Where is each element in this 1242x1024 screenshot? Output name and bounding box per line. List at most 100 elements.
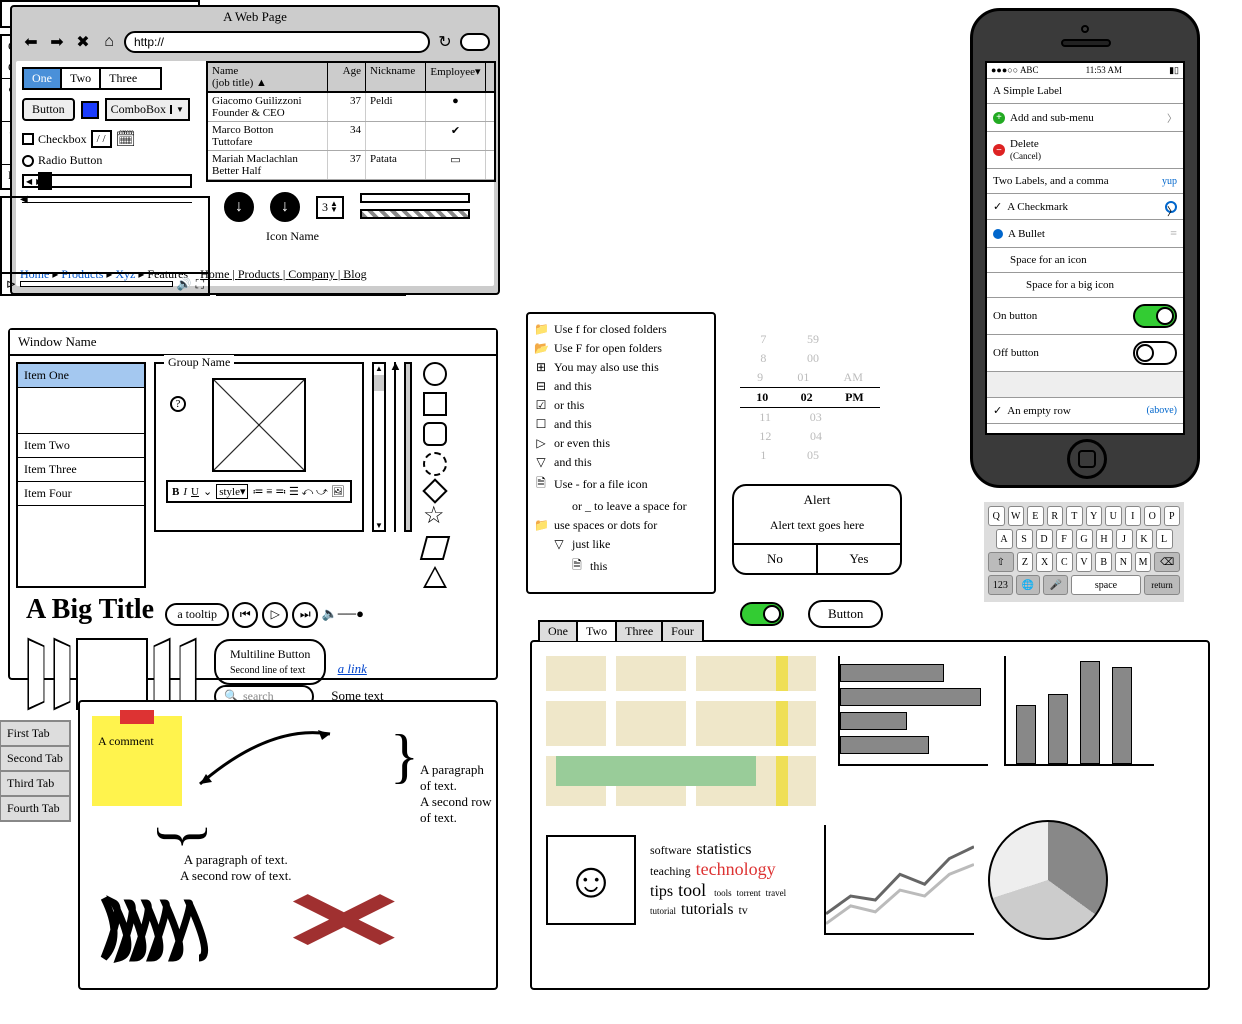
vtab[interactable]: Second Tab [0,745,71,772]
rewind-icon[interactable]: ⏮ [232,602,258,628]
key[interactable]: F [1056,529,1073,549]
phone-list-row[interactable]: −Delete(Cancel) [987,132,1183,169]
stop-icon[interactable]: ✖ [72,31,94,53]
generic-button[interactable]: Button [22,98,75,121]
url-input[interactable] [124,31,430,53]
pill-button[interactable]: Button [808,600,883,628]
map-placeholder[interactable] [546,656,816,806]
go-button[interactable] [460,33,490,51]
combobox[interactable]: ComboBox [105,98,190,121]
tree-item[interactable]: 📂Use F for open folders [534,339,708,358]
checkbox-icon[interactable] [22,133,34,145]
home-button[interactable] [1067,439,1107,479]
phone-list-row[interactable]: ✓An empty row(above) [987,398,1183,424]
play-icon[interactable]: ⊳ [6,277,16,292]
download-icon[interactable]: ↓ [224,192,254,222]
phone-list-row[interactable]: On button [987,298,1183,335]
key[interactable]: Y [1086,506,1103,526]
time-picker[interactable]: 759800901AM1002PM11031204105 [740,330,880,465]
listbox[interactable]: Item One Item Two Item Three Item Four [16,362,146,588]
play-icon[interactable]: ▷ [262,602,288,628]
h-scrollbar[interactable] [22,174,192,188]
home-icon[interactable]: ⌂ [98,31,120,53]
phone-list-row[interactable]: A Simple Label [987,79,1183,104]
key[interactable]: ⇧ [988,552,1014,572]
tree-item[interactable]: 🗎Use - for a file icon [534,472,708,497]
tree-item[interactable]: ⊞You may also use this [534,358,708,377]
download-icon-2[interactable]: ↓ [270,192,300,222]
tab[interactable]: Two [576,620,617,641]
forward-icon[interactable]: ➡ [46,31,68,53]
tree-item[interactable]: ☑or this [534,396,708,415]
table-row[interactable]: Marco BottonTuttofare 34✔ [208,122,494,151]
key[interactable]: I [1125,506,1142,526]
key[interactable]: N [1115,552,1132,572]
list-item[interactable]: Item One [18,364,144,388]
key[interactable]: J [1116,529,1133,549]
tree-item[interactable]: 📁use spaces or dots for [534,516,708,535]
key[interactable]: U [1105,506,1122,526]
key[interactable]: H [1096,529,1113,549]
tree-item[interactable]: ☐and this [534,415,708,434]
volume-icon[interactable]: 🔊 [177,277,192,292]
tree-item[interactable]: ▽just like [534,535,708,554]
tree-item[interactable]: ▷or even this [534,434,708,453]
key[interactable]: V [1076,552,1093,572]
list-item[interactable]: Item Four [18,482,144,506]
alert-yes-button[interactable]: Yes [818,545,900,573]
table-row[interactable]: Mariah MaclachlanBetter Half 37Patata▭ [208,151,494,180]
phone-list-row[interactable]: ✓A Checkmark〉 [987,194,1183,220]
phone-list-row[interactable]: A Bullet≡ [987,220,1183,248]
sticky-note[interactable]: A comment [92,716,182,806]
tab[interactable]: One [538,620,578,641]
key[interactable]: Q [988,506,1005,526]
key[interactable]: G [1076,529,1093,549]
multiline-button[interactable]: Multiline ButtonSecond line of text [214,639,326,685]
numeric-stepper[interactable]: 3▲▼ [316,196,344,219]
tab-one[interactable]: One [24,69,62,88]
list-item[interactable]: Item Three [18,458,144,482]
tab-three[interactable]: Three [101,69,145,88]
tab[interactable]: Four [661,620,704,641]
key[interactable]: E [1027,506,1044,526]
format-toolbar[interactable]: B I U ⌄ style▾ ≔ ≡ ≕ ☰ ⤺ ⤻ 🖼 [166,480,352,503]
video-player[interactable]: ⊳ 🔊 ⛶ [0,196,210,296]
ffwd-icon[interactable]: ⏭ [292,602,318,628]
tree-item[interactable]: ▽and this [534,453,708,472]
seek-bar[interactable] [20,281,173,287]
reload-icon[interactable]: ↻ [434,31,456,53]
key[interactable]: M [1135,552,1152,572]
date-input[interactable]: / / [91,130,112,148]
key[interactable]: ⌫ [1154,552,1180,572]
v-scrollbar[interactable]: ▲▼ [372,362,386,532]
key[interactable]: B [1095,552,1112,572]
vtab[interactable]: Fourth Tab [0,795,71,822]
phone-list-row[interactable]: Space for a big icon [987,273,1183,298]
key[interactable]: R [1047,506,1064,526]
tree-view[interactable]: 📁Use f for closed folders📂Use F for open… [526,312,716,594]
key[interactable]: A [996,529,1013,549]
tree-item[interactable]: 📁Use f for closed folders [534,320,708,339]
key[interactable]: K [1136,529,1153,549]
key[interactable]: C [1056,552,1073,572]
on-screen-keyboard[interactable]: QWERTYUIOPASDFGHJKL⇧ZXCVBNM⌫123🌐🎤spacere… [984,502,1184,602]
tree-item[interactable]: 🗎this [534,554,708,579]
key[interactable]: X [1036,552,1053,572]
tree-item[interactable]: or _ to leave a space for [534,497,708,516]
key[interactable]: W [1008,506,1025,526]
table-row[interactable]: Giacomo GuilizzoniFounder & CEO 37Peldi● [208,93,494,122]
key[interactable]: T [1066,506,1083,526]
key[interactable]: S [1016,529,1033,549]
calendar-icon[interactable]: 🗓 [116,129,136,149]
toggle-switch[interactable] [740,602,784,626]
phone-list-row[interactable]: Space for an icon [987,248,1183,273]
key[interactable]: Z [1017,552,1034,572]
key[interactable]: P [1164,506,1181,526]
fullscreen-icon[interactable]: ⛶ [196,277,204,292]
vtab[interactable]: First Tab [0,720,71,747]
phone-list-row[interactable]: Off button [987,335,1183,372]
key[interactable]: D [1036,529,1053,549]
alert-no-button[interactable]: No [734,545,818,573]
radio-icon[interactable] [22,155,34,167]
v-slider[interactable]: ▲ [394,362,396,532]
